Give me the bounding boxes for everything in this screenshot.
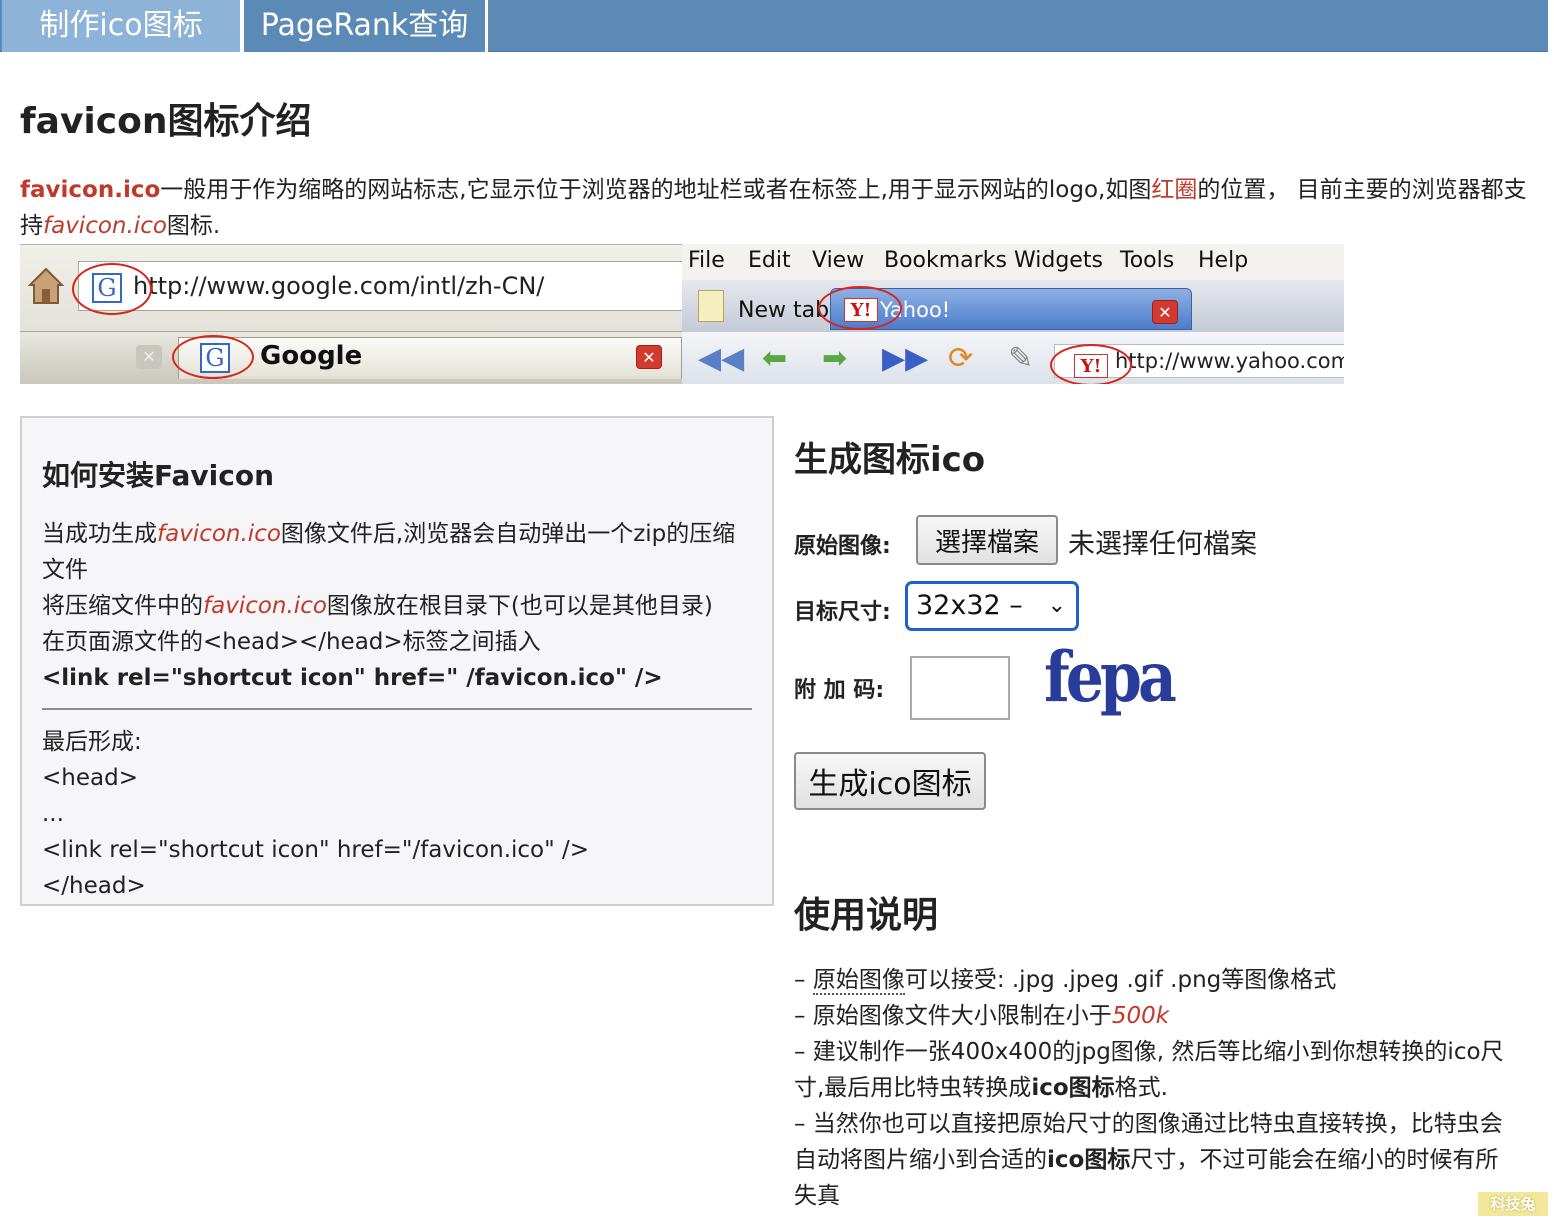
new-tab-label: New tab (738, 298, 830, 323)
red-circle-highlight-icon (172, 335, 254, 379)
captcha-image[interactable]: fepa (1044, 638, 1177, 735)
edit-pencil-icon: ✎ (1008, 341, 1034, 376)
size-limit-value: 500k (1111, 1003, 1170, 1029)
rewind-icon: ◀◀ (698, 341, 745, 376)
home-icon (28, 267, 64, 304)
favicon-link[interactable]: favicon.ico (20, 177, 160, 203)
fast-forward-icon: ▶▶ (882, 341, 929, 376)
usage-line-suggestion: – 建议制作一张400x400的jpg图像, 然后等比缩小到你想转换的ico尺寸… (794, 1039, 1504, 1101)
captcha-input[interactable] (910, 656, 1010, 720)
menu-bar: File Edit View Bookmarks Widgets Tools H… (682, 244, 1344, 280)
install-result: 最后形成: <head> ... <link rel="shortcut ico… (42, 724, 756, 904)
install-step-1: 当成功生成favicon.ico图像文件后,浏览器会自动弹出一个zip的压缩文件 (42, 521, 736, 583)
red-circle-highlight-icon (1050, 344, 1132, 384)
red-circle-highlight-icon (818, 286, 902, 330)
install-step-3: 在页面源文件的<head></head>标签之间插入 (42, 629, 541, 655)
captcha-label: 附 加 码: (794, 678, 885, 703)
install-instructions: 当成功生成favicon.ico图像文件后,浏览器会自动弹出一个zip的压缩文件… (42, 516, 756, 696)
install-code-snippet: <link rel="shortcut icon" href=" /favico… (42, 665, 663, 691)
back-arrow-icon: ⬅ (762, 341, 788, 376)
menu-help: Help (1198, 248, 1249, 273)
watermark-logo: 科技兔 (1478, 1192, 1548, 1216)
result-label: 最后形成: (42, 729, 142, 755)
generator-title: 生成图标ico (794, 440, 986, 480)
usage-line-direct: – 当然你也可以直接把原始尺寸的图像通过比特虫直接转换，比特虫会自动将图片缩小到… (794, 1111, 1503, 1209)
result-line: <link rel="shortcut icon" href="/favicon… (42, 837, 590, 863)
new-tab-page-icon (698, 290, 724, 322)
favicon-italic-link[interactable]: favicon.ico (43, 213, 167, 239)
google-address-bar: http://www.google.com/intl/zh-CN/ (78, 261, 682, 311)
favicon-italic-link[interactable]: favicon.ico (203, 593, 327, 619)
intro-text-1: 一般用于作为缩略的网站标志,它显示位于浏览器的地址栏或者在标签上,用于显示网站的… (160, 177, 1152, 203)
intro-text-3: 图标. (166, 213, 221, 239)
menu-view: View (812, 248, 865, 273)
close-tab-icon: ✕ (636, 345, 662, 369)
result-line: <head> (42, 765, 138, 791)
red-circle-text: 红圈 (1151, 177, 1198, 203)
usage-title: 使用说明 (794, 895, 939, 936)
top-nav: 制作ico图标 PageRank查询 (0, 0, 1548, 52)
generate-ico-button[interactable]: 生成ico图标 (794, 752, 986, 810)
menu-widgets: Widgets (1014, 248, 1103, 273)
tab-make-ico[interactable]: 制作ico图标 (2, 0, 240, 52)
page-title: favicon图标介绍 (20, 101, 312, 142)
result-line: ... (42, 801, 64, 827)
menu-file: File (688, 248, 725, 273)
favicon-italic-link[interactable]: favicon.ico (157, 521, 281, 547)
menu-edit: Edit (748, 248, 791, 273)
source-image-term: 原始图像 (812, 967, 905, 995)
file-status-text: 未選擇任何檔案 (1068, 529, 1257, 560)
target-size-value: 32x32 – (916, 590, 1023, 621)
choose-file-button[interactable]: 選擇檔案 (916, 515, 1058, 565)
menu-bookmarks: Bookmarks (884, 248, 1007, 273)
chevron-down-icon: ⌄ (1047, 593, 1066, 618)
usage-line-size-limit: – 原始图像文件大小限制在小于500k (794, 1003, 1170, 1029)
menu-tools: Tools (1120, 248, 1175, 273)
target-size-select[interactable]: 32x32 – ⌄ (905, 581, 1079, 631)
tab-pagerank[interactable]: PageRank查询 (244, 0, 488, 52)
intro-paragraph: favicon.ico一般用于作为缩略的网站标志,它显示位于浏览器的地址栏或者在… (20, 172, 1530, 244)
result-line: </head> (42, 873, 146, 899)
browser-screenshot-yahoo: File Edit View Bookmarks Widgets Tools H… (682, 244, 1344, 384)
forward-arrow-icon: ➡ (822, 341, 848, 376)
close-tab-icon: ✕ (136, 345, 162, 369)
google-tab-title: Google (260, 341, 363, 371)
install-divider (42, 708, 752, 710)
usage-instructions: – 原始图像可以接受: .jpg .jpeg .gif .png等图像格式 – … (794, 962, 1510, 1214)
target-size-label: 目标尺寸: (794, 600, 891, 625)
red-circle-highlight-icon (72, 263, 152, 315)
close-tab-icon: ✕ (1152, 300, 1178, 324)
install-title: 如何安装Favicon (42, 459, 274, 492)
source-image-label: 原始图像: (794, 534, 891, 559)
reload-icon: ⟳ (948, 341, 974, 376)
browser-screenshot-google: http://www.google.com/intl/zh-CN/ G ✕ G … (20, 244, 682, 384)
usage-line-formats: – 原始图像可以接受: .jpg .jpeg .gif .png等图像格式 (794, 967, 1337, 995)
install-step-2: 将压缩文件中的favicon.ico图像放在根目录下(也可以是其他目录) (42, 593, 713, 619)
install-favicon-box: 如何安装Favicon 当成功生成favicon.ico图像文件后,浏览器会自动… (20, 416, 774, 906)
